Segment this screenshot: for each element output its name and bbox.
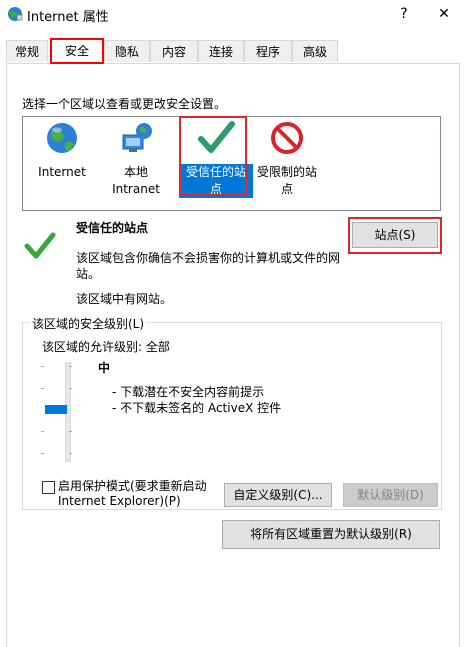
security-level-label: 该区域的安全级别(L) <box>30 315 147 332</box>
tab-content[interactable]: 内容 <box>150 40 198 62</box>
slider-tick <box>41 388 44 389</box>
intranet-icon <box>122 123 152 152</box>
globe-icon <box>47 123 77 153</box>
zone-title: 受信任的站点 <box>76 221 149 235</box>
protected-mode-label-2[interactable]: Internet Explorer)(P) <box>58 494 181 508</box>
slider-tick <box>41 366 44 367</box>
restricted-icon <box>271 122 303 154</box>
zone-restricted-sites[interactable]: 受限制的站 点 <box>250 119 324 198</box>
default-level-button[interactable]: 默认级别(D) <box>343 483 438 507</box>
zone-description-line2: 站。 <box>76 267 101 281</box>
trusted-zone-highlight <box>179 116 247 196</box>
tab-programs[interactable]: 程序 <box>244 40 292 62</box>
zone-intranet-label-2: Intranet <box>112 182 160 196</box>
allowed-level-label: 该区域的允许级别: 全部 <box>42 340 170 354</box>
tab-advanced[interactable]: 高级 <box>292 40 338 62</box>
close-button[interactable]: ✕ <box>424 0 464 30</box>
slider-tick <box>69 453 72 454</box>
zone-description-line1: 该区域包含你确信不会损害你的计算机或文件的网 <box>76 251 341 265</box>
tab-general[interactable]: 常规 <box>6 40 48 62</box>
slider-tick <box>69 366 72 367</box>
custom-level-button[interactable]: 自定义级别(C)... <box>224 483 332 507</box>
zone-status: 该区域中有网站。 <box>76 292 173 306</box>
window-title: Internet 属性 <box>27 10 109 25</box>
zone-restricted-label-2: 点 <box>280 182 293 196</box>
slider-tick <box>41 431 44 432</box>
tab-security[interactable]: 安全 <box>50 38 104 64</box>
reset-all-zones-button[interactable]: 将所有区域重置为默认级别(R) <box>222 520 440 549</box>
slider-tick <box>69 431 72 432</box>
sites-button-highlight <box>348 217 442 254</box>
protected-mode-checkbox[interactable] <box>42 481 55 494</box>
level-bullet-1: - 下载潜在不安全内容前提示 <box>112 385 265 399</box>
zone-prompt: 选择一个区域以查看或更改安全设置。 <box>22 97 227 111</box>
zone-intranet-label-1: 本地 <box>123 165 148 179</box>
slider-tick <box>69 388 72 389</box>
help-button[interactable]: ? <box>384 0 424 30</box>
trusted-checkmark-icon <box>24 232 56 259</box>
zone-internet-label: Internet <box>38 165 86 179</box>
tab-privacy[interactable]: 隐私 <box>104 40 150 62</box>
security-level-name: 中 <box>98 361 111 375</box>
slider-tick <box>41 453 44 454</box>
security-slider-thumb[interactable] <box>45 405 67 414</box>
internet-options-icon <box>8 7 23 21</box>
zone-internet[interactable]: Internet <box>25 119 99 181</box>
tab-connections[interactable]: 连接 <box>198 40 244 62</box>
protected-mode-label-1[interactable]: 启用保护模式(要求重新启动 <box>58 477 207 494</box>
zone-local-intranet[interactable]: 本地 Intranet <box>99 119 173 198</box>
zone-restricted-label-1: 受限制的站 <box>256 165 317 179</box>
level-bullet-2: - 不下载未签名的 ActiveX 控件 <box>112 401 282 415</box>
